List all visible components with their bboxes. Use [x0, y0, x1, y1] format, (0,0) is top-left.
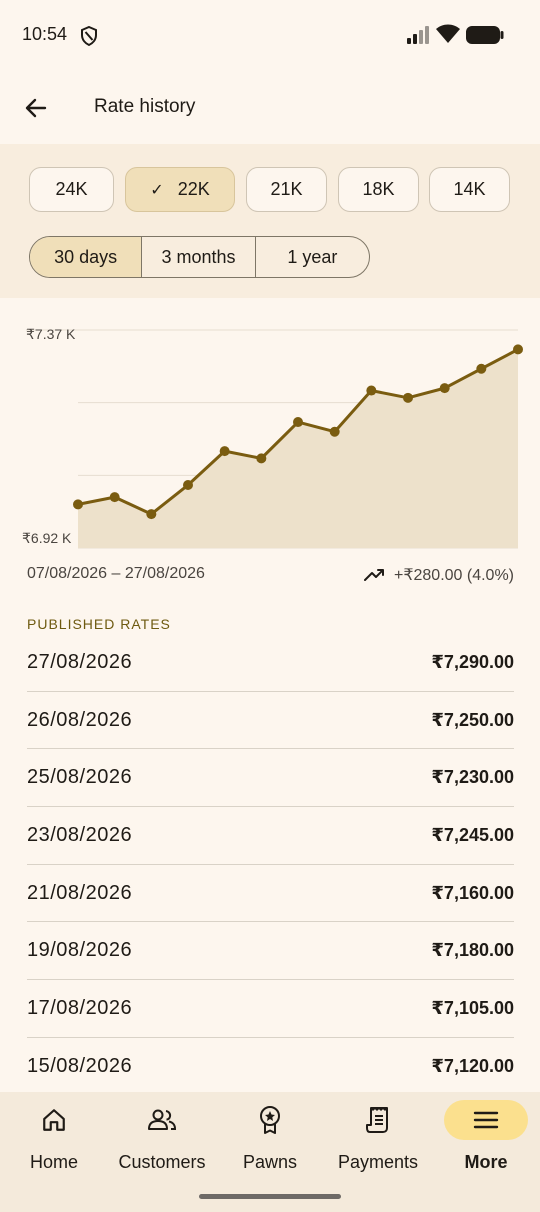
nav-home[interactable]: Home — [12, 1092, 96, 1192]
data-point — [366, 385, 377, 396]
rate-value: ₹7,250.00 — [431, 709, 514, 730]
data-point — [146, 509, 157, 520]
nav-icon-container — [228, 1100, 312, 1140]
trend-summary: +₹280.00 (4.0%) — [363, 565, 514, 585]
nav-label: More — [464, 1152, 508, 1172]
nav-payments[interactable]: Payments — [330, 1092, 426, 1192]
rate-value: ₹7,230.00 — [431, 767, 514, 788]
segment-3-months[interactable]: 3 months — [142, 237, 256, 277]
rates-list: 27/08/2026 ₹7,290.00 26/08/2026 ₹7,250.0… — [27, 634, 514, 1096]
chip-label: 24K — [55, 179, 88, 199]
rate-value: ₹7,120.00 — [431, 1055, 514, 1076]
segment-label: 30 days — [54, 246, 118, 267]
chip-label: 14K — [453, 179, 486, 199]
rate-date: 21/08/2026 — [27, 881, 133, 904]
chip-21k[interactable]: 21K — [246, 167, 327, 212]
data-point — [329, 426, 340, 437]
list-item: 26/08/2026 ₹7,250.00 — [27, 692, 514, 750]
chip-label: 22K — [177, 179, 210, 199]
nav-icon-container — [444, 1100, 528, 1140]
rate-date: 23/08/2026 — [27, 823, 133, 846]
chart-svg — [26, 329, 523, 549]
signal-icon — [407, 26, 429, 44]
rate-date: 15/08/2026 — [27, 1054, 133, 1077]
back-button[interactable] — [16, 88, 56, 128]
data-point — [256, 453, 267, 464]
list-item: 23/08/2026 ₹7,245.00 — [27, 807, 514, 865]
area-fill — [78, 349, 518, 548]
nav-icon-container — [12, 1100, 96, 1140]
arrow-back-icon — [25, 98, 47, 118]
nav-label: Home — [29, 1152, 78, 1172]
data-point — [403, 392, 413, 403]
filter-panel: 24K ✓ 22K 21K 18K 14K 30 days 3 months 1… — [0, 144, 540, 298]
y-axis-min-label: ₹6.92 K — [22, 530, 72, 546]
gesture-bar — [199, 1194, 341, 1199]
segment-label: 1 year — [287, 246, 338, 267]
chip-label: 21K — [270, 179, 303, 199]
list-item: 17/08/2026 ₹7,105.00 — [27, 980, 514, 1038]
app-bar: Rate history — [0, 72, 540, 144]
data-point — [513, 344, 523, 355]
data-point — [109, 492, 120, 503]
trending-up-icon — [363, 569, 384, 581]
y-axis-max-label: ₹7.37 K — [26, 326, 76, 342]
chip-14k[interactable]: 14K — [429, 167, 510, 212]
status-bar: 10:54 — [0, 0, 540, 70]
nav-pawns[interactable]: Pawns — [228, 1092, 312, 1192]
segment-30-days[interactable]: 30 days — [30, 237, 143, 277]
nav-customers[interactable]: Customers — [112, 1092, 212, 1192]
menu-icon — [473, 1111, 499, 1129]
shield-icon — [81, 26, 97, 46]
rate-date: 27/08/2026 — [27, 650, 133, 673]
nav-label: Customers — [118, 1152, 206, 1172]
list-item: 25/08/2026 ₹7,230.00 — [27, 749, 514, 808]
data-point — [73, 499, 83, 510]
rate-value: ₹7,105.00 — [431, 997, 514, 1018]
rate-date: 25/08/2026 — [27, 766, 133, 789]
list-item: 19/08/2026 ₹7,180.00 — [27, 922, 514, 981]
period-segmented-control: 30 days 3 months 1 year — [29, 236, 370, 278]
nav-more[interactable]: More — [444, 1092, 528, 1192]
battery-icon — [466, 26, 504, 44]
data-point — [293, 417, 303, 428]
rate-value: ₹7,290.00 — [431, 651, 514, 672]
nav-icon-container — [120, 1100, 204, 1140]
chip-label: 18K — [362, 179, 395, 199]
list-item: 21/08/2026 ₹7,160.00 — [27, 865, 514, 923]
rate-value: ₹7,160.00 — [431, 882, 514, 903]
chip-24k[interactable]: 24K — [29, 167, 114, 212]
people-icon — [148, 1109, 177, 1130]
list-item: 15/08/2026 ₹7,120.00 — [27, 1038, 514, 1096]
list-item: 27/08/2026 ₹7,290.00 — [27, 634, 514, 692]
rate-value: ₹7,180.00 — [431, 940, 514, 961]
chip-18k[interactable]: 18K — [338, 167, 419, 212]
rate-date: 26/08/2026 — [27, 708, 133, 731]
status-time: 10:54 — [22, 24, 68, 44]
range-summary: 07/08/2026 – 27/08/2026 +₹280.00 (4.0%) — [27, 565, 514, 587]
data-point — [476, 363, 487, 374]
wifi-icon — [436, 24, 460, 43]
nav-label: Pawns — [242, 1152, 298, 1172]
segment-1-year[interactable]: 1 year — [256, 237, 369, 277]
data-point — [439, 383, 450, 394]
change-text: +₹280.00 (4.0%) — [393, 567, 514, 584]
date-range: 07/08/2026 – 27/08/2026 — [27, 565, 205, 582]
chip-22k[interactable]: ✓ 22K — [125, 167, 235, 212]
segment-label: 3 months — [161, 246, 236, 267]
nav-icon-container — [336, 1100, 420, 1140]
rate-date: 19/08/2026 — [27, 939, 133, 962]
section-title: PUBLISHED RATES — [27, 616, 171, 632]
receipt-icon — [366, 1106, 388, 1133]
data-point — [183, 480, 193, 491]
data-point — [219, 446, 230, 457]
page-title: Rate history — [94, 96, 196, 117]
rate-value: ₹7,245.00 — [431, 824, 514, 845]
rate-date: 17/08/2026 — [27, 996, 133, 1019]
rate-chart: ₹7.37 K ₹6.92 K — [0, 318, 540, 558]
badge-icon — [260, 1106, 280, 1134]
nav-label: Payments — [337, 1152, 419, 1172]
home-icon — [43, 1109, 65, 1131]
check-icon: ✓ — [150, 181, 164, 199]
